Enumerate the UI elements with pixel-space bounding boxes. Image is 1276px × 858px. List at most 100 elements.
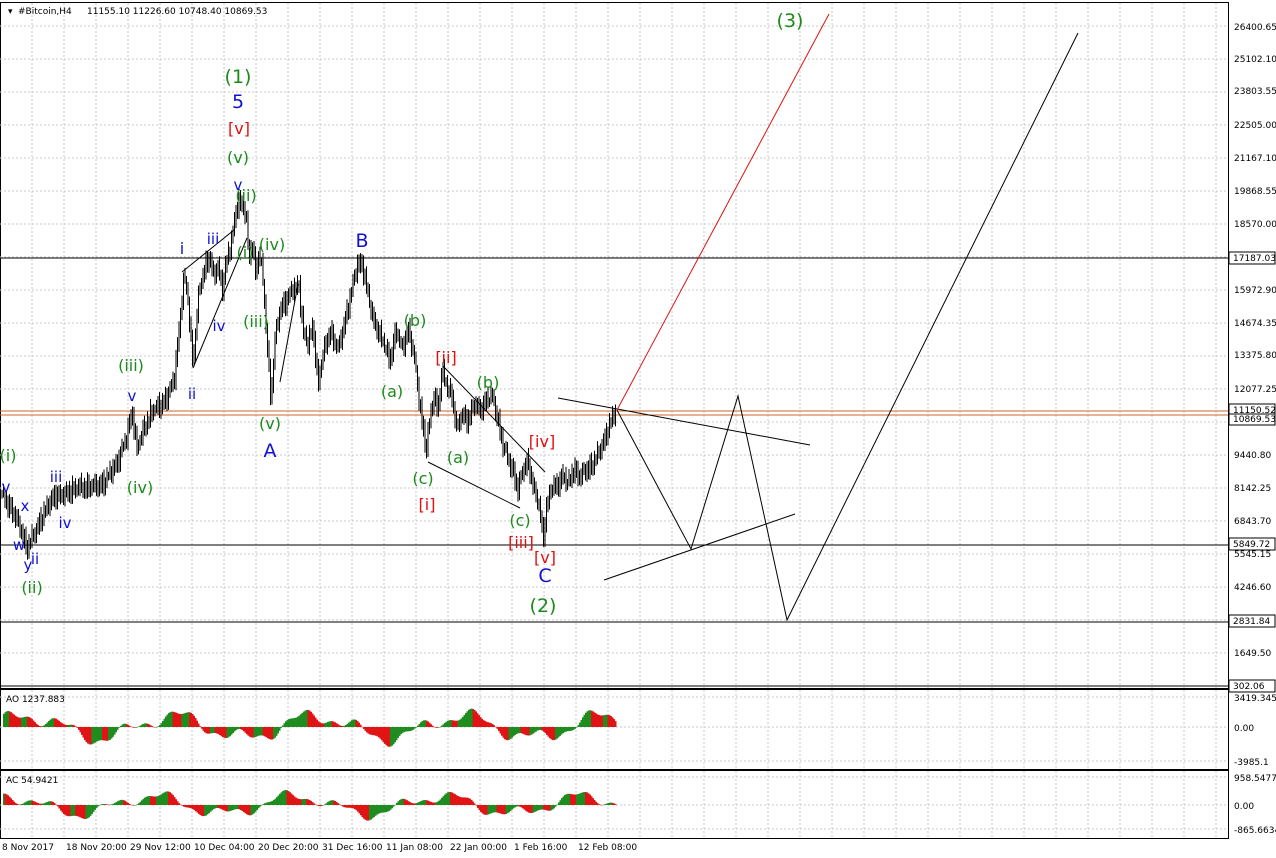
histogram-bar [235,805,237,810]
histogram-bar [139,801,141,805]
histogram-bar [375,805,377,816]
histogram-bar [574,727,576,729]
histogram-bar [565,794,567,805]
histogram-bar [327,802,329,805]
histogram-bar [121,799,123,805]
main-price-panel[interactable] [0,2,1229,689]
time-tick: 18 Nov 20:00 [66,843,127,853]
histogram-bar [318,721,320,727]
histogram-bar [556,727,558,739]
histogram-bar [457,720,459,727]
ao-indicator-panel[interactable] [0,689,1229,770]
histogram-bar [226,805,228,812]
histogram-bar [394,804,396,806]
histogram-bar [159,795,161,805]
histogram-bar [249,727,251,737]
histogram-bar [90,727,92,745]
histogram-bar [397,727,399,738]
histogram-bar [130,726,132,728]
histogram-bar [228,805,230,812]
histogram-bar [549,727,551,739]
histogram-bar [595,801,597,805]
histogram-bar [192,713,194,727]
histogram-bar [394,727,396,743]
histogram-bar [498,805,500,813]
histogram-bar [201,805,203,816]
histogram-bar [610,716,612,727]
histogram-bar [117,727,119,730]
trading-chart[interactable]: (3) (1) 5 [v] (v) v (ii) (iv) i iii (i) … [0,0,1276,858]
histogram-bar [366,805,368,821]
histogram-bar [61,805,63,813]
histogram-bar [336,723,338,727]
histogram-bar [364,805,366,820]
histogram-bar [39,725,41,727]
wave-label: v [2,478,11,496]
histogram-bar [37,803,39,805]
histogram-bar [426,800,428,805]
ao-tick: 3419.345 [1234,694,1276,704]
histogram-bar [298,798,300,805]
histogram-bar [127,724,129,727]
histogram-bar [243,727,245,732]
time-axis[interactable]: 8 Nov 2017 18 Nov 20:00 29 Nov 12:00 10 … [2,843,637,853]
histogram-bar [327,721,329,727]
histogram-bar [64,724,66,727]
histogram-bar [472,708,474,727]
histogram-bar [384,727,386,744]
histogram-bar [76,727,78,728]
histogram-bar [583,791,585,805]
histogram-bar [229,805,231,812]
symbol-marker-icon: ▾ [8,7,13,17]
histogram-bar [6,711,8,727]
histogram-bar [82,805,84,819]
histogram-bar [507,727,509,741]
histogram-bar [459,796,461,805]
histogram-bar [115,727,117,733]
histogram-bar [319,805,321,807]
histogram-bar [93,727,95,744]
histogram-bar [268,727,270,740]
histogram-bar [79,805,81,818]
histogram-bar [429,722,431,727]
histogram-bar [76,805,78,817]
histogram-bar [147,723,149,727]
histogram-bar [217,727,219,735]
histogram-bar [103,727,105,741]
price-axis[interactable]: 26400.65 25102.10 23803.55 22505.00 2116… [1228,23,1276,693]
histogram-bar [100,727,102,741]
price-tick: 9440.80 [1234,451,1271,461]
histogram-bar [294,717,296,727]
histogram-bar [466,797,468,805]
histogram-bar [309,799,311,805]
histogram-bar [150,796,152,805]
ac-label: AC 54.9421 [6,776,58,786]
histogram-bar [70,805,72,817]
wave-label: 5 [232,91,244,113]
histogram-bar [529,805,531,814]
histogram-bar [132,727,134,728]
histogram-bar [168,713,170,727]
histogram-bar [186,712,188,727]
histogram-bar [406,727,408,732]
histogram-bar [567,793,569,805]
histogram-bar [516,727,518,734]
histogram-bar [523,805,525,810]
wave-label: ii [188,385,196,403]
histogram-bar [529,727,531,736]
histogram-bar [90,805,92,816]
histogram-bar [501,805,503,814]
histogram-bar [454,720,456,727]
histogram-bar [489,722,491,727]
histogram-bar [480,717,482,727]
histogram-bar [169,792,171,805]
wave-label: [iii] [508,533,534,552]
histogram-bar [393,727,395,745]
histogram-bar [478,715,480,727]
histogram-bar [297,716,299,727]
wave-label: (i) [0,446,16,465]
wave-label: (2) [530,595,557,617]
histogram-bar [370,805,372,820]
histogram-bar [462,797,464,805]
price-tick: 6843.70 [1234,517,1271,527]
